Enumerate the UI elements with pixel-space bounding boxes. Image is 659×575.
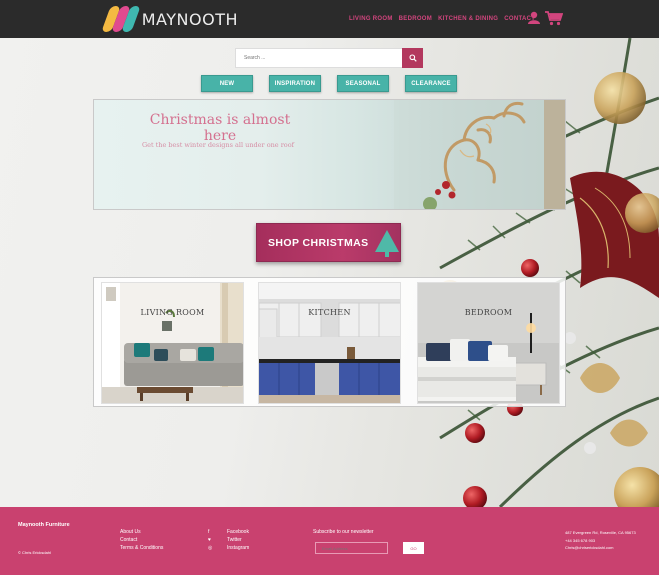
logo-mark-icon [101, 4, 141, 34]
category-new-button[interactable]: NEW [201, 75, 253, 92]
room-card-bedroom[interactable]: BEDROOM [417, 282, 560, 404]
category-clearance-button[interactable]: CLEARANCE [405, 75, 457, 92]
footer-links: About Us Contact Terms & Conditions [120, 528, 163, 552]
nav-kitchen-dining[interactable]: KITCHEN & DINING [438, 16, 498, 22]
address-line: 487 Evergreen Rd, Roseville, CA 95673 [565, 530, 636, 535]
banner-subtitle: Get the best winter designs all under on… [141, 141, 295, 149]
room-card-living-room[interactable]: LIVING ROOM [101, 282, 244, 404]
room-categories: LIVING ROOM KITCHEN BEDROOM [93, 277, 566, 407]
category-inspiration-button[interactable]: INSPIRATION [269, 75, 321, 92]
site-footer: Maynooth Furniture © Chris Ericksdahl Ab… [0, 507, 659, 575]
banner-title: Christmas is almost here [149, 112, 291, 144]
search-button[interactable] [402, 48, 423, 68]
footer-link-about[interactable]: About Us [120, 528, 163, 536]
footer-social: f Facebook ♥ Twitter ◎ Instagram [208, 528, 249, 552]
social-facebook-label: Facebook [227, 529, 249, 535]
nav-bedroom[interactable]: BEDROOM [399, 16, 432, 22]
search-input[interactable] [235, 48, 403, 68]
reindeer-ornament-image [394, 100, 565, 209]
footer-brand: Maynooth Furniture [18, 522, 70, 528]
facebook-icon: f [208, 529, 210, 535]
user-icon[interactable] [528, 11, 540, 24]
social-instagram[interactable]: ◎ Instagram [208, 544, 249, 552]
social-twitter-label: Twitter [227, 537, 242, 543]
phone-line: +44 345 678 903 [565, 537, 596, 543]
newsletter-go-button[interactable]: GO [403, 542, 424, 554]
twitter-icon: ♥ [208, 537, 211, 543]
footer-copyright: © Chris Ericksdahl [18, 550, 51, 555]
room-title-bedroom: BEDROOM [464, 308, 513, 317]
room-title-kitchen: KITCHEN [308, 308, 351, 317]
living-room-image [102, 283, 243, 403]
shop-christmas-label: SHOP CHRISTMAS [268, 237, 369, 249]
shop-christmas-button[interactable]: SHOP CHRISTMAS [256, 223, 401, 262]
category-seasonal-button[interactable]: SEASONAL [337, 75, 389, 92]
cart-icon[interactable] [545, 10, 563, 26]
footer-link-terms[interactable]: Terms & Conditions [120, 544, 163, 552]
social-twitter[interactable]: ♥ Twitter [208, 536, 249, 544]
instagram-icon: ◎ [208, 545, 213, 551]
bedroom-image [418, 283, 559, 403]
footer-address: 487 Evergreen Rd, Roseville, CA 95673 +4… [565, 529, 636, 552]
email-line[interactable]: Chris@chrisericksdahl.com [565, 544, 636, 552]
social-instagram-label: Instagram [227, 545, 250, 551]
room-card-kitchen[interactable]: KITCHEN [258, 282, 401, 404]
brand-name: MAYNOOTH [141, 9, 238, 29]
brand-logo[interactable]: MAYNOOTH [101, 4, 238, 34]
footer-link-contact[interactable]: Contact [120, 536, 163, 544]
social-facebook[interactable]: f Facebook [208, 528, 249, 536]
kitchen-image [259, 283, 400, 403]
newsletter-email-input[interactable] [315, 542, 388, 554]
room-title-living-room: LIVING ROOM [140, 308, 205, 317]
main-nav: LIVING ROOM BEDROOM KITCHEN & DINING CON… [349, 16, 535, 22]
christmas-tree-icon [375, 230, 399, 257]
search-bar [235, 48, 423, 68]
nav-living-room[interactable]: LIVING ROOM [349, 16, 393, 22]
newsletter-label: Subscribe to our newsletter [313, 529, 374, 535]
search-icon [408, 54, 417, 62]
site-header: MAYNOOTH LIVING ROOM BEDROOM KITCHEN & D… [0, 0, 659, 38]
